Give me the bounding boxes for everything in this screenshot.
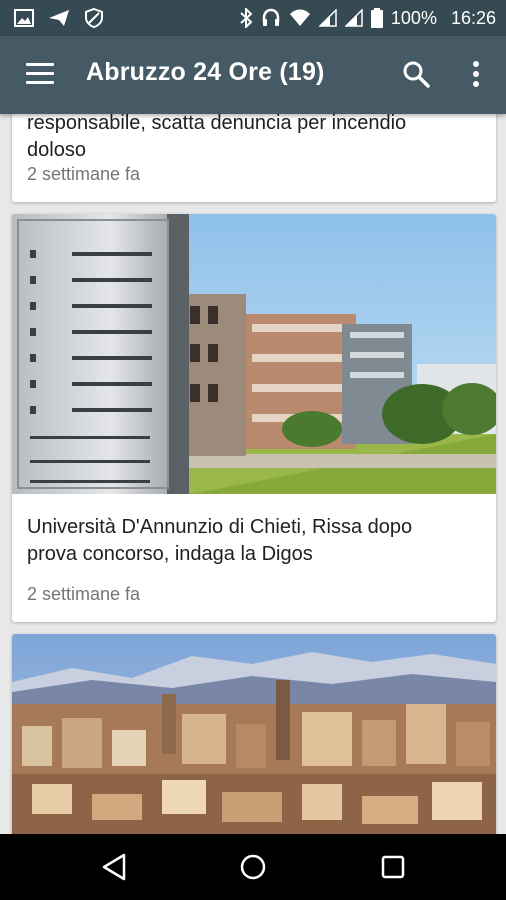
clock: 16:26 xyxy=(450,8,496,28)
article-image[interactable] xyxy=(12,634,496,834)
article-card[interactable] xyxy=(12,634,496,834)
home-icon[interactable] xyxy=(236,850,270,884)
article-time: 2 settimane fa xyxy=(27,164,141,184)
article-title[interactable]: Università D'Annunzio di Chieti, Rissa d… xyxy=(27,514,412,568)
headset-icon xyxy=(262,8,280,26)
recent-apps-icon[interactable] xyxy=(376,850,410,884)
article-time: 2 settimane fa xyxy=(27,584,141,604)
search-icon[interactable] xyxy=(402,60,430,88)
bluetooth-icon xyxy=(240,8,253,28)
image-icon xyxy=(14,9,34,27)
app-title: Abruzzo 24 Ore (19) xyxy=(86,58,325,86)
system-nav-bar xyxy=(0,834,506,900)
status-bar: 100% 16:26 xyxy=(0,0,506,36)
battery-percent: 100% xyxy=(390,8,437,28)
menu-icon[interactable] xyxy=(26,63,54,85)
back-icon[interactable] xyxy=(98,850,132,884)
blocked-icon xyxy=(85,8,103,28)
battery-icon xyxy=(370,8,383,28)
signal-icon xyxy=(344,9,363,27)
app-bar: Abruzzo 24 Ore (19) xyxy=(0,36,506,114)
article-card[interactable]: responsabile, scatta denuncia per incend… xyxy=(12,114,496,202)
wifi-icon xyxy=(289,9,310,26)
signal-icon xyxy=(318,9,337,27)
article-title[interactable]: responsabile, scatta denuncia per incend… xyxy=(27,114,406,164)
send-icon xyxy=(49,10,69,26)
news-feed[interactable]: responsabile, scatta denuncia per incend… xyxy=(0,114,506,834)
more-vert-icon[interactable] xyxy=(468,60,484,88)
article-image[interactable] xyxy=(12,214,496,494)
article-card[interactable]: Università D'Annunzio di Chieti, Rissa d… xyxy=(12,214,496,622)
